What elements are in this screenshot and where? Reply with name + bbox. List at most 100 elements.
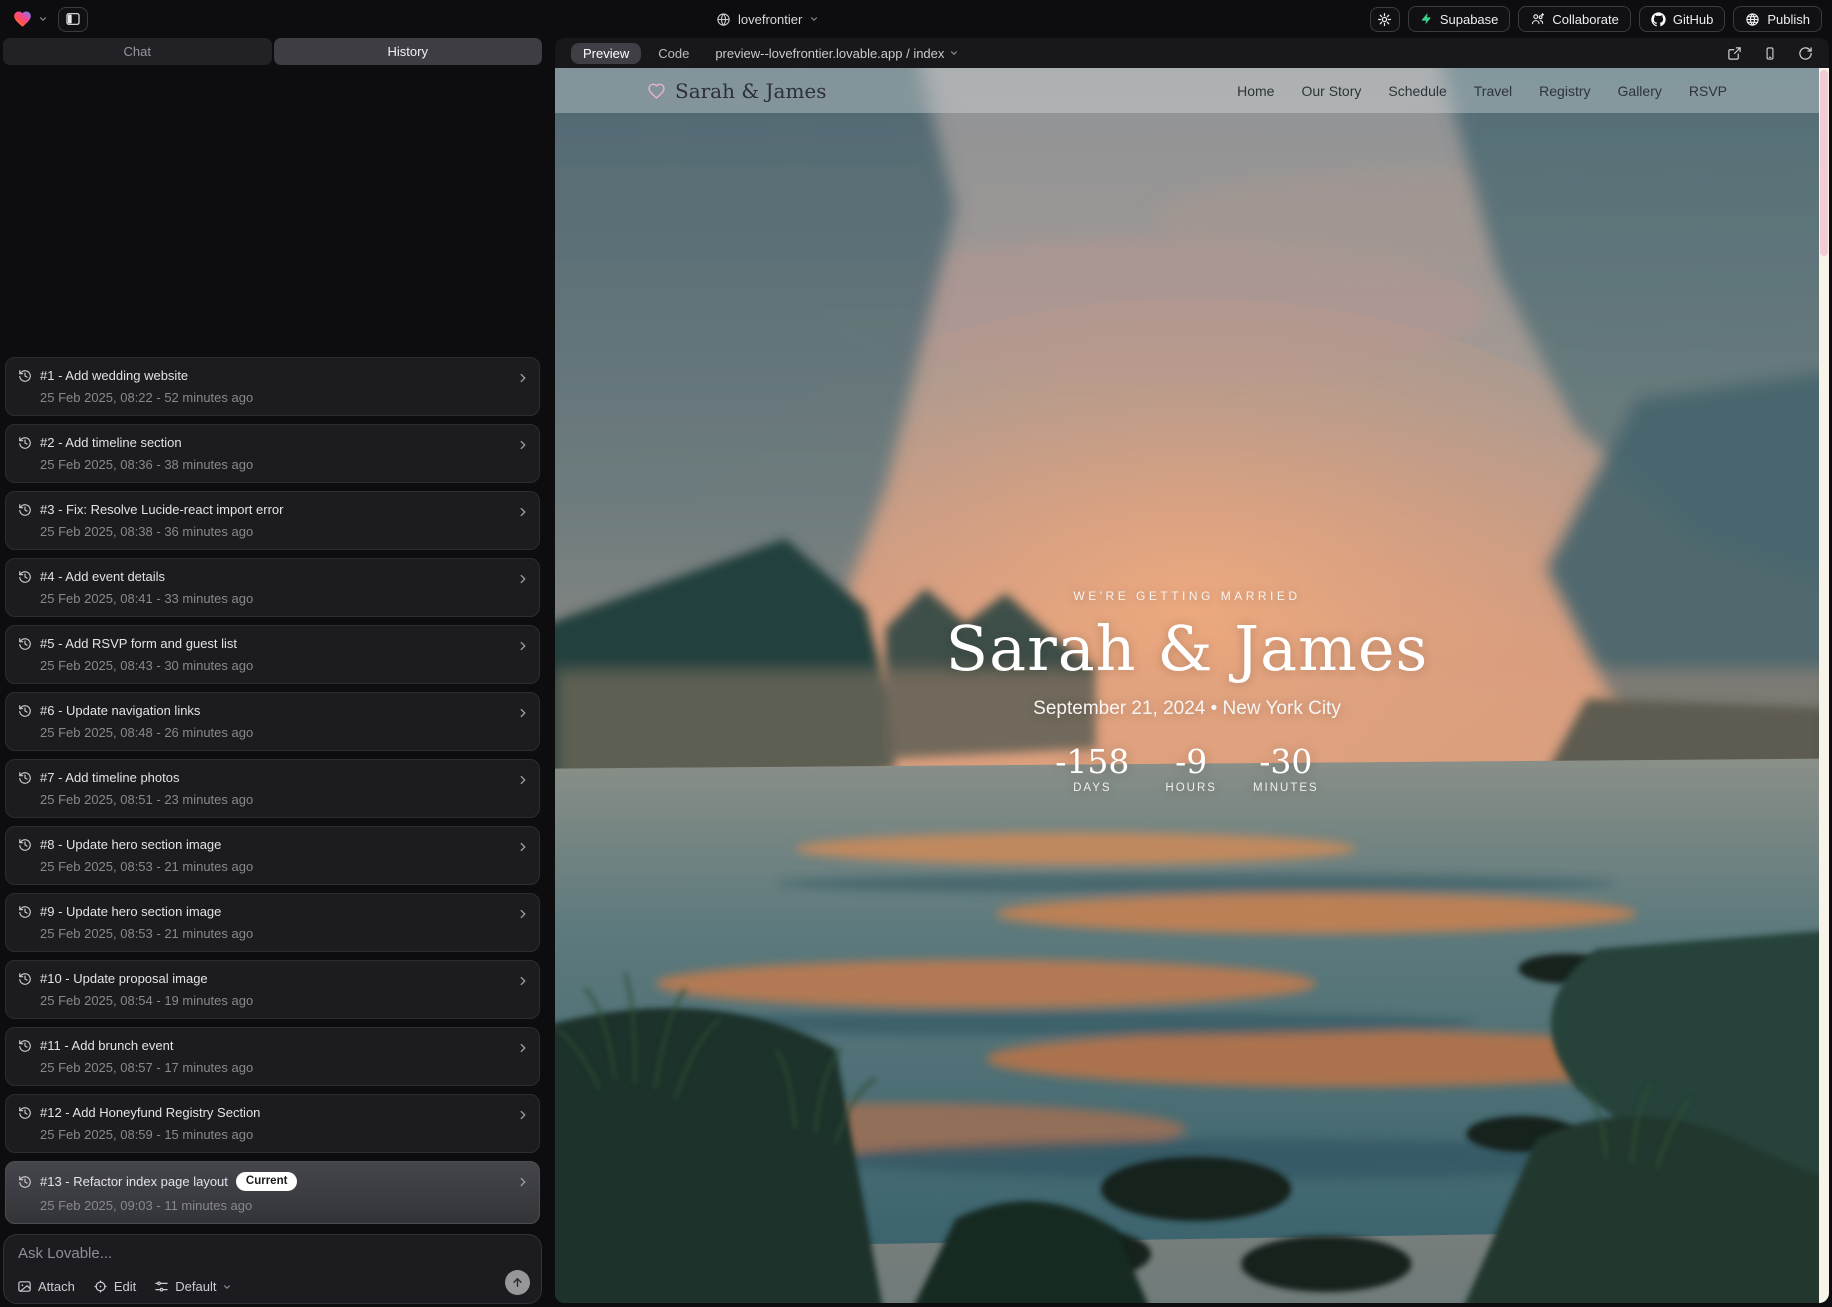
hero-content: WE'RE GETTING MARRIED Sarah & James Sept… <box>555 68 1819 794</box>
send-button[interactable] <box>505 1270 530 1295</box>
countdown-label: HOURS <box>1165 782 1217 794</box>
prompt-composer: Attach Edit Default <box>3 1234 542 1304</box>
tab-code[interactable]: Code <box>658 46 689 61</box>
preview-scrollbar[interactable] <box>1819 68 1829 1303</box>
site-nav-link[interactable]: Travel <box>1474 83 1512 99</box>
edit-label: Edit <box>114 1279 136 1294</box>
history-item-title: #13 - Refactor index page layout <box>40 1174 228 1189</box>
prompt-input[interactable] <box>18 1245 438 1262</box>
history-list-item[interactable]: #9 - Update hero section image 25 Feb 20… <box>5 893 540 952</box>
history-item-title: #6 - Update navigation links <box>40 703 200 718</box>
refresh-button[interactable] <box>1798 46 1813 61</box>
chevron-down-icon <box>222 1282 232 1292</box>
history-item-timestamp: 25 Feb 2025, 08:38 - 36 minutes ago <box>40 524 509 539</box>
history-item-title: #12 - Add Honeyfund Registry Section <box>40 1105 260 1120</box>
chevron-right-icon[interactable] <box>516 639 530 658</box>
site-nav-link[interactable]: Our Story <box>1301 83 1361 99</box>
chevron-down-icon <box>949 48 959 58</box>
chevron-right-icon[interactable] <box>516 907 530 926</box>
history-list-item[interactable]: #10 - Update proposal image 25 Feb 2025,… <box>5 960 540 1019</box>
github-button[interactable]: GitHub <box>1639 6 1725 32</box>
history-item-timestamp: 25 Feb 2025, 08:22 - 52 minutes ago <box>40 390 509 405</box>
chevron-right-icon[interactable] <box>516 773 530 792</box>
history-item-title: #10 - Update proposal image <box>40 971 208 986</box>
supabase-icon <box>1420 12 1433 26</box>
publish-button[interactable]: Publish <box>1733 6 1822 32</box>
globe-icon <box>1745 12 1760 27</box>
countdown-value: -30 <box>1253 745 1319 778</box>
target-edit-icon <box>93 1279 108 1294</box>
sidebar-toggle-button[interactable] <box>58 7 88 32</box>
history-list-item[interactable]: #1 - Add wedding website 25 Feb 2025, 08… <box>5 357 540 416</box>
preview-url-selector[interactable]: preview--lovefrontier.lovable.app / inde… <box>715 46 959 61</box>
history-item-timestamp: 25 Feb 2025, 09:03 - 11 minutes ago <box>40 1198 509 1213</box>
chat-sidebar: Chat History #1 - Add wedding website 25… <box>0 38 545 1307</box>
history-item-title: #8 - Update hero section image <box>40 837 221 852</box>
history-clock-icon <box>18 436 32 450</box>
history-clock-icon <box>18 905 32 919</box>
open-external-button[interactable] <box>1727 46 1742 61</box>
settings-button[interactable] <box>1370 7 1400 32</box>
attach-button[interactable]: Attach <box>17 1279 75 1294</box>
site-nav-link[interactable]: Home <box>1237 83 1274 99</box>
collaborate-button[interactable]: Collaborate <box>1518 6 1631 32</box>
sliders-icon <box>154 1279 169 1294</box>
supabase-button[interactable]: Supabase <box>1408 6 1511 32</box>
chevron-right-icon[interactable] <box>516 1108 530 1127</box>
tab-chat[interactable]: Chat <box>3 38 272 65</box>
site-nav-link[interactable]: Schedule <box>1388 83 1446 99</box>
countdown: -158 DAYS -9 HOURS -30 MINUTES <box>1055 745 1318 794</box>
chevron-right-icon[interactable] <box>516 505 530 524</box>
preview-panel: Preview Code preview--lovefrontier.lovab… <box>555 38 1829 1303</box>
history-clock-icon <box>18 704 32 718</box>
globe-icon <box>716 12 731 27</box>
history-item-timestamp: 25 Feb 2025, 08:43 - 30 minutes ago <box>40 658 509 673</box>
github-label: GitHub <box>1673 12 1713 27</box>
site-logo[interactable]: Sarah & James <box>647 79 827 103</box>
history-clock-icon <box>18 1039 32 1053</box>
history-item-timestamp: 25 Feb 2025, 08:53 - 21 minutes ago <box>40 926 509 941</box>
mobile-view-button[interactable] <box>1763 46 1777 61</box>
lovable-heart-logo-icon <box>12 9 33 29</box>
history-list-item[interactable]: #2 - Add timeline section 25 Feb 2025, 0… <box>5 424 540 483</box>
chevron-right-icon[interactable] <box>516 438 530 457</box>
tab-preview[interactable]: Preview <box>571 43 641 64</box>
chevron-right-icon[interactable] <box>516 371 530 390</box>
lovable-menu[interactable] <box>12 9 48 29</box>
history-item-timestamp: 25 Feb 2025, 08:54 - 19 minutes ago <box>40 993 509 1008</box>
history-list-item[interactable]: #12 - Add Honeyfund Registry Section 25 … <box>5 1094 540 1153</box>
project-selector[interactable]: lovefrontier <box>716 0 819 38</box>
site-nav-link[interactable]: RSVP <box>1689 83 1727 99</box>
history-list-item[interactable]: #5 - Add RSVP form and guest list 25 Feb… <box>5 625 540 684</box>
site-navbar: Sarah & James Home Our Story Schedule Tr… <box>555 68 1819 113</box>
chevron-right-icon[interactable] <box>516 974 530 993</box>
chevron-right-icon[interactable] <box>516 706 530 725</box>
history-item-title: #7 - Add timeline photos <box>40 770 179 785</box>
supabase-label: Supabase <box>1440 12 1499 27</box>
history-list-item[interactable]: #3 - Fix: Resolve Lucide-react import er… <box>5 491 540 550</box>
preview-toolbar: Preview Code preview--lovefrontier.lovab… <box>555 38 1829 68</box>
history-list-item[interactable]: #7 - Add timeline photos 25 Feb 2025, 08… <box>5 759 540 818</box>
history-item-timestamp: 25 Feb 2025, 08:51 - 23 minutes ago <box>40 792 509 807</box>
tab-history[interactable]: History <box>274 38 543 65</box>
edit-select-button[interactable]: Edit <box>93 1279 136 1294</box>
countdown-value: -158 <box>1055 745 1129 778</box>
panel-left-icon <box>65 11 81 27</box>
topbar-actions: Supabase Collaborate GitHub Publish <box>1370 0 1822 38</box>
countdown-label: DAYS <box>1055 782 1129 794</box>
mode-select-button[interactable]: Default <box>154 1279 232 1294</box>
chevron-right-icon[interactable] <box>516 840 530 859</box>
chevron-right-icon[interactable] <box>516 1175 530 1194</box>
site-nav-link[interactable]: Gallery <box>1618 83 1662 99</box>
users-icon <box>1530 12 1545 26</box>
chevron-right-icon[interactable] <box>516 1041 530 1060</box>
history-list-item[interactable]: #8 - Update hero section image 25 Feb 20… <box>5 826 540 885</box>
history-list-item[interactable]: #13 - Refactor index page layout Current… <box>5 1161 540 1224</box>
scrollbar-thumb[interactable] <box>1820 70 1828 256</box>
history-list-item[interactable]: #11 - Add brunch event 25 Feb 2025, 08:5… <box>5 1027 540 1086</box>
chevron-right-icon[interactable] <box>516 572 530 591</box>
sidebar-tabs: Chat History <box>3 38 542 65</box>
site-nav-link[interactable]: Registry <box>1539 83 1590 99</box>
history-list-item[interactable]: #4 - Add event details 25 Feb 2025, 08:4… <box>5 558 540 617</box>
history-list-item[interactable]: #6 - Update navigation links 25 Feb 2025… <box>5 692 540 751</box>
